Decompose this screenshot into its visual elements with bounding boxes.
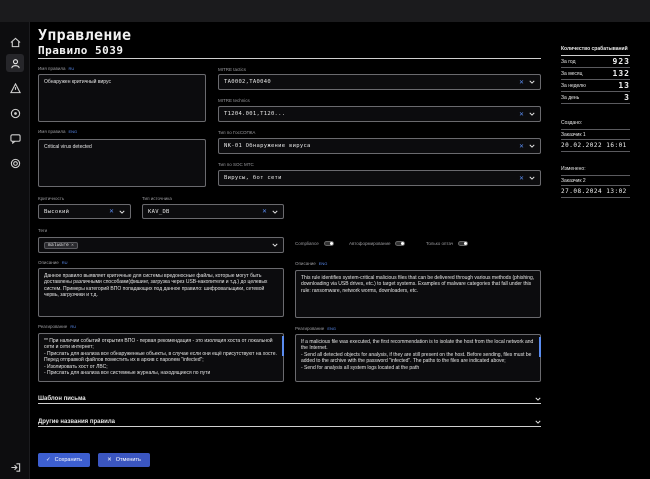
criticality-label: Критичность	[38, 196, 65, 201]
created-by: Заказчик 1	[561, 129, 630, 140]
tags-label: Теги	[38, 228, 48, 233]
mitre-technics-value: T1204.001,T120...	[224, 111, 286, 117]
description-en-label: Описание ENG	[295, 261, 328, 266]
response-ru-label: Реагирование RU	[38, 324, 77, 329]
save-button[interactable]: ✓ Сохранить	[38, 453, 90, 467]
modified-by: Заказчик 2	[561, 175, 630, 186]
tags-list: malware ✕	[44, 241, 272, 249]
title-divider	[38, 58, 541, 59]
chevron-down-icon[interactable]	[535, 419, 541, 425]
tag-remove-icon[interactable]: ✕	[71, 243, 74, 248]
cancel-button-label: Отменить	[115, 457, 141, 463]
soc-mtc-type-value: Вирусы, бот сети	[224, 175, 282, 181]
name-en-textarea[interactable]: Critical virus detected	[38, 139, 206, 187]
name-ru-textarea[interactable]: Обнаружен критичный вирус	[38, 74, 206, 122]
section-email-template-title: Шаблон письма	[38, 396, 86, 402]
page-title: Управление	[38, 26, 132, 44]
response-en-scrollbar[interactable]	[539, 337, 541, 357]
rule-title: Правило 5039	[38, 44, 124, 57]
source-type-label: Тип источника	[142, 196, 172, 201]
description-ru-textarea[interactable]: Данное правило выявляет критичные для си…	[38, 268, 284, 317]
modified-label: Изменено:	[561, 166, 586, 172]
compliance-toggle[interactable]	[323, 241, 334, 246]
mitre-technics-select[interactable]: T1204.001,T120... ✕	[218, 106, 541, 122]
gossopka-type-value: NK-01 Обнаружение вируса	[224, 143, 311, 149]
criticality-value: Высокий	[44, 208, 70, 215]
close-icon: ✕	[107, 457, 112, 463]
stats-panel: Количество срабатываний За год 923 За мес…	[561, 46, 630, 198]
chevron-down-icon[interactable]	[529, 175, 535, 181]
response-en-textarea[interactable]: If a malicious file was executed, the fi…	[295, 334, 541, 382]
source-type-select[interactable]: KAV_DB ✕	[142, 204, 284, 219]
tags-select[interactable]: malware ✕	[38, 237, 284, 253]
only-opt-toggle[interactable]	[458, 241, 469, 246]
stats-row-year: За год 923	[561, 57, 630, 68]
name-en-label: Имя правила ENG	[38, 129, 78, 134]
clear-icon[interactable]: ✕	[109, 208, 114, 215]
chevron-down-icon[interactable]	[272, 242, 278, 248]
chevron-down-icon[interactable]	[529, 79, 535, 85]
compliance-label: Compliance	[295, 241, 319, 246]
support-icon[interactable]	[6, 154, 24, 172]
chevron-down-icon[interactable]	[529, 111, 535, 117]
section-other-names-title: Другие названия правила	[38, 419, 115, 425]
created-label: Создано:	[561, 120, 583, 126]
only-opt-label: Только оптач	[426, 241, 454, 246]
chevron-down-icon[interactable]	[119, 209, 125, 215]
mitre-tactics-label: MITRE tactics	[218, 67, 247, 72]
autoform-toggle[interactable]	[395, 241, 406, 246]
modified-date: 27.08.2024 13:02	[561, 186, 630, 198]
logout-icon[interactable]	[6, 458, 24, 476]
stats-row-week: За неделю 13	[561, 81, 630, 92]
user-shield-icon[interactable]	[6, 54, 24, 72]
autoform-label: Автоформирование	[349, 241, 391, 246]
chevron-down-icon[interactable]	[272, 209, 278, 215]
autoform-toggle-row: Автоформирование	[349, 241, 406, 246]
home-icon[interactable]	[6, 33, 24, 51]
clear-icon[interactable]: ✕	[519, 79, 524, 86]
only-opt-toggle-row: Только оптач	[426, 241, 469, 246]
chevron-down-icon[interactable]	[529, 143, 535, 149]
clear-icon[interactable]: ✕	[519, 143, 524, 150]
clear-icon[interactable]: ✕	[519, 111, 524, 118]
section-email-template[interactable]: Шаблон письма	[38, 395, 541, 404]
response-en-label: Реагирование ENG	[295, 326, 336, 331]
chat-icon[interactable]	[6, 129, 24, 147]
clear-icon[interactable]: ✕	[519, 175, 524, 182]
compliance-toggle-row: Compliance	[295, 241, 334, 246]
created-date: 20.02.2022 16:01	[561, 140, 630, 152]
response-ru-scrollbar[interactable]	[282, 336, 284, 356]
response-ru-textarea[interactable]: ** При наличии событий открытия ВПО - пе…	[38, 333, 284, 382]
tag-chip: malware ✕	[44, 241, 79, 249]
description-en-textarea[interactable]: This rule identifies system-critical mal…	[295, 270, 541, 318]
name-ru-label: Имя правила RU	[38, 66, 75, 71]
criticality-select[interactable]: Высокий ✕	[38, 204, 131, 219]
section-other-names[interactable]: Другие названия правила	[38, 418, 541, 427]
sidebar	[0, 22, 30, 479]
mitre-technics-label: MITRE technics	[218, 98, 250, 103]
save-button-label: Сохранить	[54, 457, 82, 463]
mitre-tactics-select[interactable]: TA0002,TA0040 ✕	[218, 74, 541, 90]
cancel-button[interactable]: ✕ Отменить	[98, 453, 150, 467]
stats-header: Количество срабатываний	[561, 46, 630, 56]
soc-mtc-type-select[interactable]: Вирусы, бот сети ✕	[218, 170, 541, 186]
radar-icon[interactable]	[6, 104, 24, 122]
check-icon: ✓	[46, 457, 51, 463]
gossopka-type-label: Тип по ГосСОПКА	[218, 130, 256, 135]
source-type-value: KAV_DB	[148, 208, 170, 215]
clear-icon[interactable]: ✕	[262, 208, 267, 215]
mitre-tactics-value: TA0002,TA0040	[224, 79, 271, 85]
stats-row-day: За день 3	[561, 93, 630, 104]
stats-row-month: За месяц 132	[561, 69, 630, 80]
soc-mtc-type-label: Тип по SOC MTC	[218, 162, 254, 167]
top-bar	[0, 0, 650, 22]
chevron-down-icon[interactable]	[535, 396, 541, 402]
alert-icon[interactable]	[6, 79, 24, 97]
description-ru-label: Описание RU	[38, 260, 68, 265]
gossopka-type-select[interactable]: NK-01 Обнаружение вируса ✕	[218, 138, 541, 154]
